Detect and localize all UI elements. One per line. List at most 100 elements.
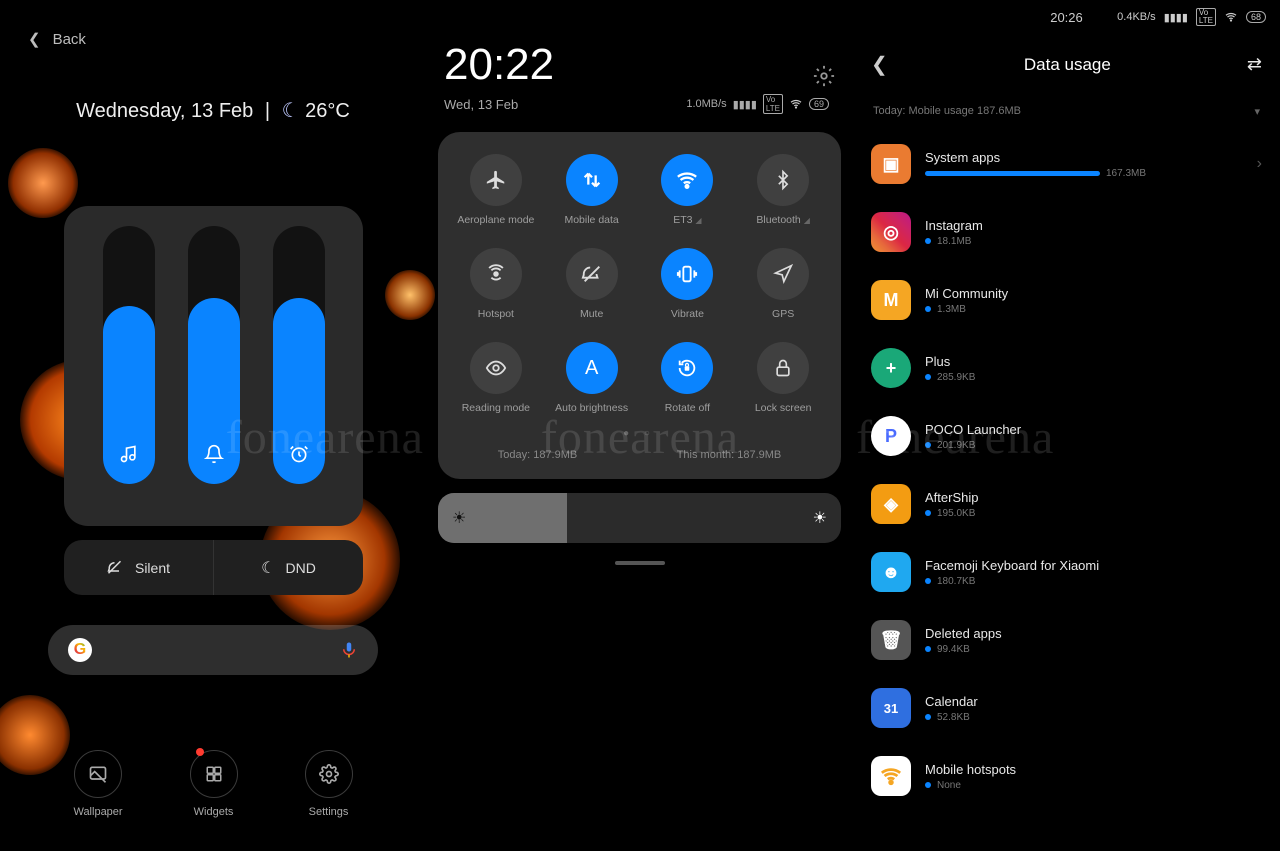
app-size: 52.8KB <box>937 712 970 723</box>
back-icon[interactable]: ❮ <box>871 52 888 77</box>
toggle-mute[interactable]: Mute <box>544 248 640 320</box>
widgets-button[interactable]: Widgets <box>190 750 238 818</box>
toggle-icon <box>470 248 522 300</box>
usage-month[interactable]: This month: 187.9MB <box>677 449 782 461</box>
status-bar: 20:26 0.4KB/s ▮▮▮▮ VoLTE 68 <box>853 0 1280 34</box>
app-name: Mobile hotspots <box>925 762 1262 777</box>
volume-slider-ring[interactable] <box>184 226 244 506</box>
brightness-low-icon: ☀ <box>452 508 466 528</box>
app-name: Plus <box>925 354 1262 369</box>
wallpaper-icon <box>74 750 122 798</box>
toggle-reading-mode[interactable]: Reading mode <box>448 342 544 414</box>
app-row-mi-community[interactable]: M Mi Community 1.3MB <box>867 266 1266 334</box>
app-row-facemoji-keyboard-for-xiaomi[interactable]: ☻ Facemoji Keyboard for Xiaomi 180.7KB <box>867 538 1266 606</box>
app-row-calendar[interactable]: 31 Calendar 52.8KB <box>867 674 1266 742</box>
toggle-label: Aeroplane mode <box>457 214 534 226</box>
toggle-hotspot[interactable]: Hotspot <box>448 248 544 320</box>
app-row-system-apps[interactable]: ▣ System apps 167.3MB › <box>867 130 1266 198</box>
app-name: Deleted apps <box>925 626 1262 641</box>
back-label: Back <box>53 31 86 48</box>
toggle-label: Mute <box>580 308 603 320</box>
clock: 20:22 <box>444 40 835 90</box>
toggle-icon <box>470 342 522 394</box>
app-size: 201.9KB <box>937 440 975 451</box>
chevron-right-icon: › <box>1257 155 1262 173</box>
toggle-icon <box>757 154 809 206</box>
volume-slider-music[interactable] <box>99 226 159 506</box>
toggle-icon <box>470 154 522 206</box>
settings-gear-button[interactable] <box>813 65 835 87</box>
status-icons: 1.0MB/s ▮▮▮▮ VoLTE 69 <box>686 94 829 114</box>
app-row-poco-launcher[interactable]: P POCO Launcher 201.9KB <box>867 402 1266 470</box>
app-icon: 31 <box>871 688 911 728</box>
toggle-label: Lock screen <box>755 402 812 414</box>
app-size: 285.9KB <box>937 372 975 383</box>
app-icon: ▣ <box>871 144 911 184</box>
silent-button[interactable]: Silent <box>64 540 214 595</box>
toggle-bluetooth[interactable]: Bluetooth ◢ <box>735 154 831 226</box>
brightness-high-icon: ☀ <box>813 508 827 528</box>
toggle-label: Mobile data <box>564 214 618 226</box>
toggle-mobile-data[interactable]: Mobile data <box>544 154 640 226</box>
wallpaper-button[interactable]: Wallpaper <box>73 750 122 818</box>
app-name: Calendar <box>925 694 1262 709</box>
app-size: 195.0KB <box>937 508 975 519</box>
toggle-vibrate[interactable]: Vibrate <box>640 248 736 320</box>
toggle-gps[interactable]: GPS <box>735 248 831 320</box>
toggle-icon <box>566 248 618 300</box>
moon-icon: ☾ <box>282 100 300 122</box>
app-icon <box>871 756 911 796</box>
app-row-deleted-apps[interactable]: 🗑 Deleted apps 99.4KB <box>867 606 1266 674</box>
toggle-et3[interactable]: ET3 ◢ <box>640 154 736 226</box>
volte-icon: VoLTE <box>763 94 783 114</box>
app-size: 99.4KB <box>937 644 970 655</box>
app-size: 18.1MB <box>937 236 971 247</box>
app-row-aftership[interactable]: ◈ AfterShip 195.0KB <box>867 470 1266 538</box>
app-list: ▣ System apps 167.3MB › ◎ Instagram 18.1… <box>853 130 1280 810</box>
app-name: AfterShip <box>925 490 1262 505</box>
toggle-icon <box>757 342 809 394</box>
google-search-bar[interactable]: G <box>48 625 378 675</box>
brightness-slider[interactable]: ☀ ☀ <box>438 493 841 543</box>
page-title: Data usage <box>888 55 1247 75</box>
toggle-icon <box>661 342 713 394</box>
toggle-rotate-off[interactable]: Rotate off <box>640 342 736 414</box>
app-size: 167.3MB <box>1106 168 1146 179</box>
status-time: 20:26 <box>1050 10 1083 25</box>
toggle-icon: A <box>566 342 618 394</box>
back-button[interactable]: ❮ Back <box>0 0 426 48</box>
battery-icon: 68 <box>1246 11 1266 23</box>
toggle-icon <box>661 154 713 206</box>
toggle-aeroplane-mode[interactable]: Aeroplane mode <box>448 154 544 226</box>
app-name: Instagram <box>925 218 1262 233</box>
app-row-instagram[interactable]: ◎ Instagram 18.1MB <box>867 198 1266 266</box>
app-name: POCO Launcher <box>925 422 1262 437</box>
usage-today[interactable]: Today: 187.9MB <box>498 449 578 461</box>
toggle-label: ET3 ◢ <box>673 214 701 226</box>
date-weather: Wednesday, 13 Feb | ☾ 26°C <box>0 48 426 123</box>
toggle-label: GPS <box>772 308 794 320</box>
dnd-button[interactable]: ☾ DND <box>214 540 363 595</box>
toggle-lock-screen[interactable]: Lock screen <box>735 342 831 414</box>
settings-label: Settings <box>309 806 349 818</box>
toggle-label: Vibrate <box>671 308 704 320</box>
mute-icon <box>107 559 125 577</box>
dropdown-icon[interactable]: ▾ <box>1254 105 1260 118</box>
volume-slider-alarm[interactable] <box>269 226 329 506</box>
today-usage: Today: Mobile usage 187.6MB <box>873 105 1021 118</box>
gear-icon <box>305 750 353 798</box>
toggle-auto-brightness[interactable]: AAuto brightness <box>544 342 640 414</box>
nav-handle[interactable] <box>615 561 665 565</box>
wifi-icon <box>1224 11 1238 23</box>
app-name: Facemoji Keyboard for Xiaomi <box>925 558 1262 573</box>
app-row-mobile-hotspots[interactable]: Mobile hotspots None <box>867 742 1266 810</box>
swap-icon[interactable]: ⇄ <box>1247 54 1262 75</box>
settings-button[interactable]: Settings <box>305 750 353 818</box>
app-icon: M <box>871 280 911 320</box>
app-icon: ◎ <box>871 212 911 252</box>
signal-icon: ▮▮▮▮ <box>1164 11 1188 24</box>
app-row-plus[interactable]: + Plus 285.9KB <box>867 334 1266 402</box>
moon-icon: ☾ <box>261 558 275 578</box>
toggle-icon <box>566 154 618 206</box>
mic-icon[interactable] <box>340 639 358 661</box>
